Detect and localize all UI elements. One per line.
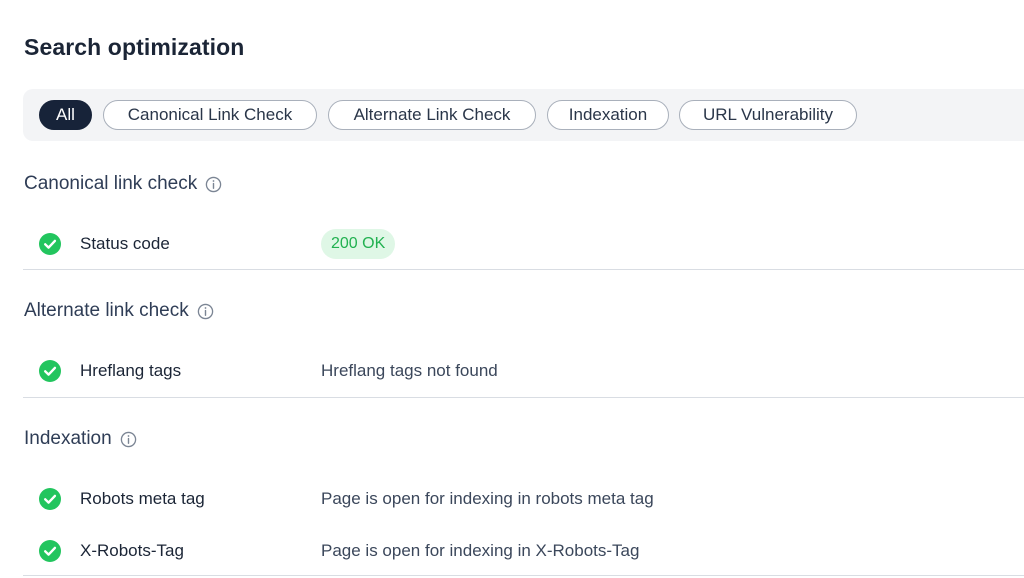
section-title-indexation: Indexation [24, 428, 137, 450]
row-value: Hreflang tags not found [321, 361, 498, 380]
check-circle-icon [39, 233, 61, 255]
divider [23, 269, 1024, 270]
section-title-canonical-label: Canonical link check [24, 173, 198, 194]
check-circle-icon [39, 360, 61, 382]
row-value: Page is open for indexing in X-Robots-Ta… [321, 541, 640, 560]
row-label: Hreflang tags [80, 361, 182, 380]
info-icon[interactable] [205, 176, 222, 193]
row-value: Page is open for indexing in robots meta… [321, 489, 654, 508]
divider [23, 575, 1024, 576]
check-row-hreflang-tags: Hreflang tags Hreflang tags not found [23, 356, 1024, 386]
row-label: X-Robots-Tag [80, 541, 184, 560]
section-title-canonical: Canonical link check [24, 173, 222, 195]
check-row-status-code: Status code 200 OK [23, 229, 1024, 259]
section-title-alternate-label: Alternate link check [24, 300, 189, 321]
section-title-alternate: Alternate link check [24, 300, 214, 322]
filter-bar: All Canonical Link Check Alternate Link … [23, 89, 1024, 141]
info-icon[interactable] [197, 303, 214, 320]
filter-chip-all[interactable]: All [39, 100, 92, 130]
filter-chip-url-vulnerability[interactable]: URL Vulnerability [679, 100, 857, 130]
row-label: Robots meta tag [80, 489, 205, 508]
divider [23, 397, 1024, 398]
check-row-x-robots-tag: X-Robots-Tag Page is open for indexing i… [23, 536, 1024, 566]
check-row-robots-meta-tag: Robots meta tag Page is open for indexin… [23, 484, 1024, 514]
filter-chip-canonical-link-check[interactable]: Canonical Link Check [103, 100, 317, 130]
filter-chip-indexation[interactable]: Indexation [547, 100, 669, 130]
page-title: Search optimization [24, 34, 245, 60]
status-badge: 200 OK [321, 229, 396, 259]
check-circle-icon [39, 488, 61, 510]
filter-chip-alternate-link-check[interactable]: Alternate Link Check [328, 100, 536, 130]
section-title-indexation-label: Indexation [24, 428, 112, 449]
info-icon[interactable] [120, 431, 137, 448]
check-circle-icon [39, 540, 61, 562]
row-label: Status code [80, 234, 170, 253]
